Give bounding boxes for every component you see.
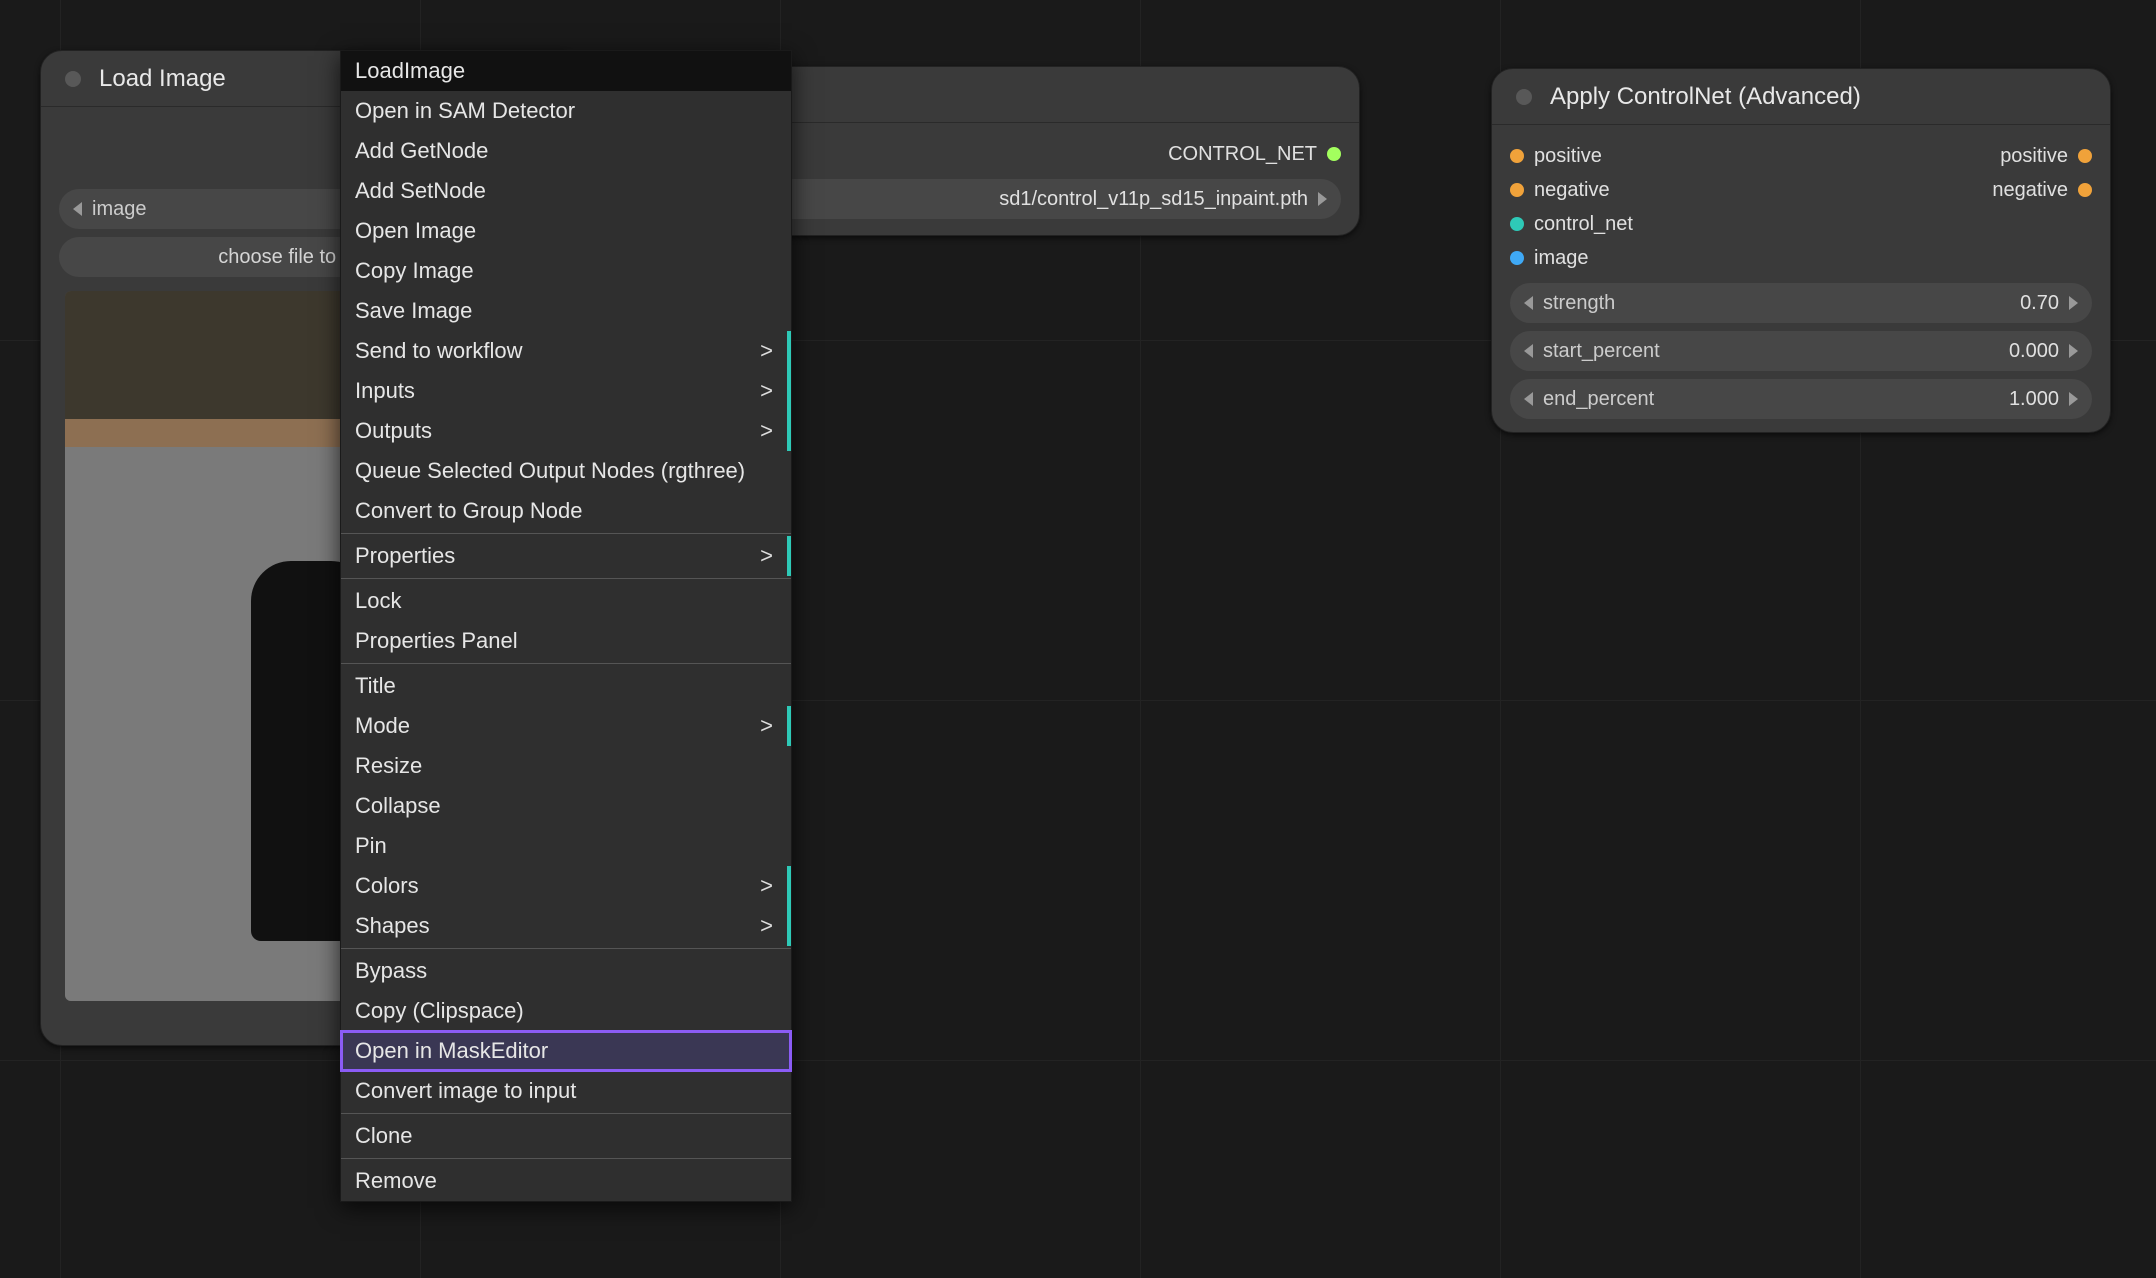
menu-item-copy-image[interactable]: Copy Image [341,251,791,291]
widget-end-percent[interactable]: end_percent 1.000 [1510,379,2092,419]
chevron-left-icon[interactable] [73,202,82,216]
chevron-left-icon[interactable] [1524,392,1533,406]
port-label: control_net [1534,213,1633,236]
menu-item-title[interactable]: Title [341,666,791,706]
widget-value: 0.000 [1680,340,2059,363]
menu-item-shapes[interactable]: Shapes [341,906,791,946]
output-port-positive[interactable]: positive [1992,139,2092,173]
port-dot-icon [1327,147,1341,161]
collapse-dot-icon[interactable] [65,71,81,87]
port-label: negative [1534,179,1610,202]
node-title: Load Image [99,65,226,92]
chevron-right-icon[interactable] [2069,344,2078,358]
menu-item-loadimage[interactable]: LoadImage [341,51,791,91]
menu-separator [341,1113,791,1114]
menu-item-bypass[interactable]: Bypass [341,951,791,991]
menu-item-convert-image-to-input[interactable]: Convert image to input [341,1071,791,1111]
menu-item-collapse[interactable]: Collapse [341,786,791,826]
port-label: positive [1534,145,1602,168]
chevron-left-icon[interactable] [1524,296,1533,310]
menu-separator [341,1158,791,1159]
menu-item-add-setnode[interactable]: Add SetNode [341,171,791,211]
menu-item-inputs[interactable]: Inputs [341,371,791,411]
node-title: Apply ControlNet (Advanced) [1550,83,1861,110]
menu-item-open-image[interactable]: Open Image [341,211,791,251]
node-header[interactable]: Apply ControlNet (Advanced) [1492,69,2110,125]
port-label: image [1534,247,1588,270]
menu-separator [341,663,791,664]
menu-separator [341,948,791,949]
widget-label: end_percent [1543,388,1654,411]
widget-strength[interactable]: strength 0.70 [1510,283,2092,323]
menu-item-resize[interactable]: Resize [341,746,791,786]
chevron-right-icon[interactable] [1318,192,1327,206]
widget-value: 1.000 [1674,388,2059,411]
port-label: CONTROL_NET [1168,143,1317,166]
menu-item-properties[interactable]: Properties [341,536,791,576]
menu-item-lock[interactable]: Lock [341,581,791,621]
input-port-control-net[interactable]: control_net [1510,207,1633,241]
menu-separator [341,533,791,534]
port-label: positive [2000,145,2068,168]
port-dot-icon [2078,183,2092,197]
menu-item-send-to-workflow[interactable]: Send to workflow [341,331,791,371]
menu-item-save-image[interactable]: Save Image [341,291,791,331]
menu-item-pin[interactable]: Pin [341,826,791,866]
menu-item-remove[interactable]: Remove [341,1161,791,1201]
menu-separator [341,578,791,579]
input-port-image[interactable]: image [1510,241,1633,275]
port-label: negative [1992,179,2068,202]
widget-start-percent[interactable]: start_percent 0.000 [1510,331,2092,371]
widget-label: image [92,198,146,221]
output-port-negative[interactable]: negative [1992,173,2092,207]
menu-item-convert-to-group-node[interactable]: Convert to Group Node [341,491,791,531]
menu-item-outputs[interactable]: Outputs [341,411,791,451]
widget-value: 0.70 [1635,292,2059,315]
menu-item-open-in-maskeditor[interactable]: Open in MaskEditor [341,1031,791,1071]
port-dot-icon [1510,149,1524,163]
menu-item-properties-panel[interactable]: Properties Panel [341,621,791,661]
menu-item-queue-selected-output-nodes-rgthree[interactable]: Queue Selected Output Nodes (rgthree) [341,451,791,491]
port-dot-icon [1510,251,1524,265]
node-context-menu[interactable]: LoadImageOpen in SAM DetectorAdd GetNode… [340,50,792,1202]
node-apply-controlnet-advanced[interactable]: Apply ControlNet (Advanced) positive neg… [1491,68,2111,433]
output-port-controlnet[interactable]: CONTROL_NET [1168,137,1341,171]
chevron-right-icon[interactable] [2069,296,2078,310]
menu-item-mode[interactable]: Mode [341,706,791,746]
menu-item-open-in-sam-detector[interactable]: Open in SAM Detector [341,91,791,131]
port-dot-icon [2078,149,2092,163]
chevron-left-icon[interactable] [1524,344,1533,358]
widget-label: strength [1543,292,1615,315]
input-port-negative[interactable]: negative [1510,173,1633,207]
menu-item-clone[interactable]: Clone [341,1116,791,1156]
port-dot-icon [1510,183,1524,197]
chevron-right-icon[interactable] [2069,392,2078,406]
widget-label: start_percent [1543,340,1660,363]
menu-item-copy-clipspace[interactable]: Copy (Clipspace) [341,991,791,1031]
menu-item-add-getnode[interactable]: Add GetNode [341,131,791,171]
menu-item-colors[interactable]: Colors [341,866,791,906]
collapse-dot-icon[interactable] [1516,89,1532,105]
port-dot-icon [1510,217,1524,231]
input-port-positive[interactable]: positive [1510,139,1633,173]
